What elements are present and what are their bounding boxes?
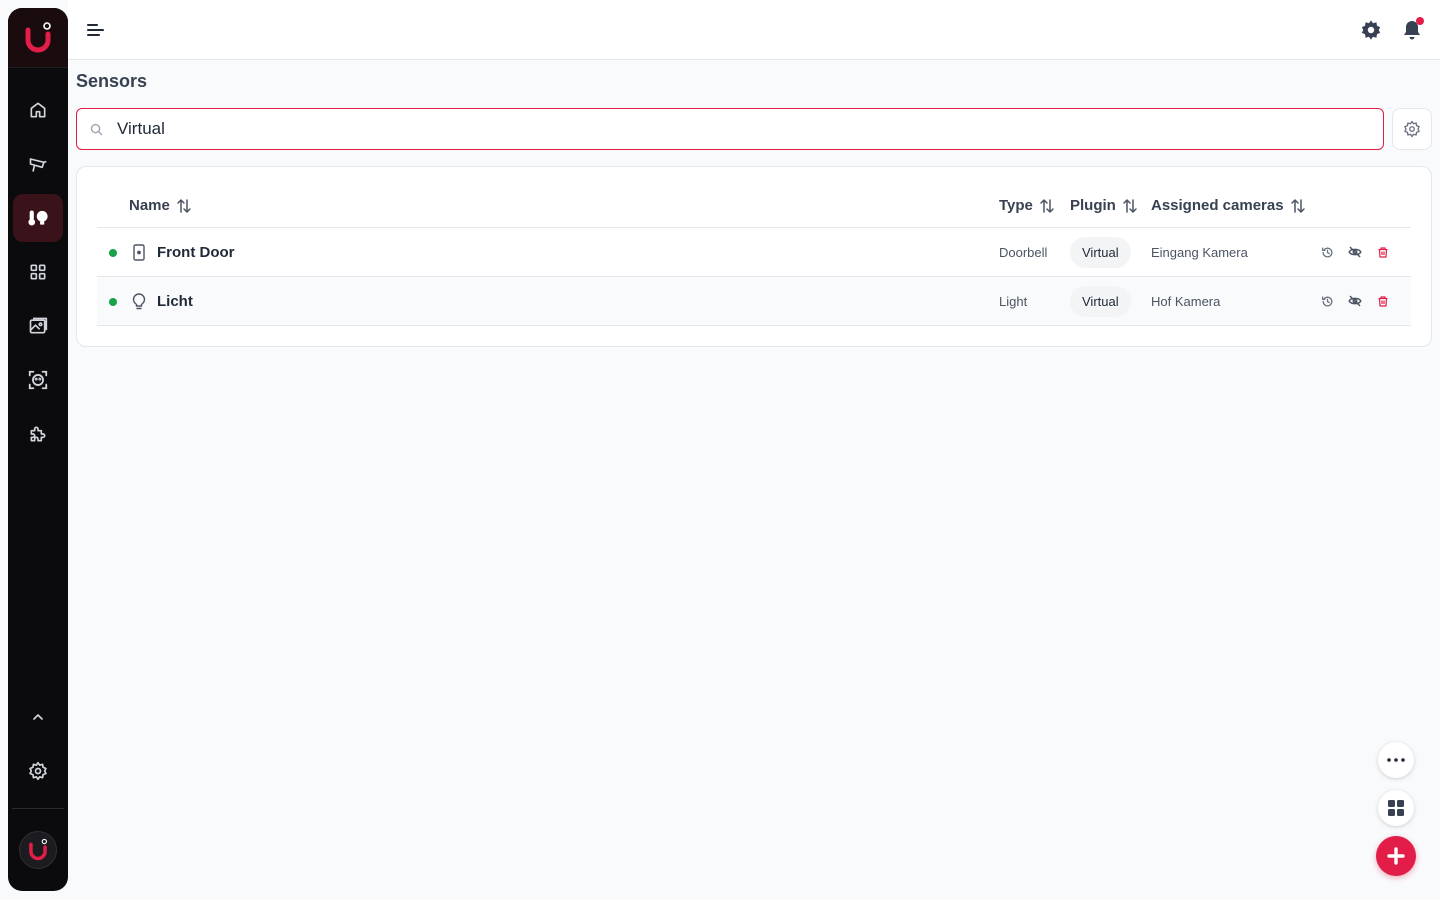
doorbell-icon bbox=[131, 243, 147, 261]
trash-icon[interactable] bbox=[1375, 244, 1391, 260]
sensor-type: Light bbox=[999, 294, 1028, 309]
menu-button[interactable] bbox=[84, 18, 108, 42]
search-input[interactable] bbox=[117, 119, 1317, 139]
sidebar-item-home[interactable] bbox=[13, 86, 63, 134]
sensor-type: Doorbell bbox=[999, 245, 1048, 260]
sidebar-item-face-recognition[interactable] bbox=[13, 356, 63, 404]
sidebar-item-sensors[interactable] bbox=[13, 194, 63, 242]
gear-icon bbox=[1404, 120, 1420, 138]
gear-icon bbox=[29, 761, 47, 781]
sidebar-item-dashboard[interactable] bbox=[13, 248, 63, 296]
gear-icon bbox=[1361, 20, 1381, 40]
more-icon bbox=[1387, 758, 1405, 762]
camera-ui-logo-icon bbox=[25, 21, 51, 52]
eye-off-icon[interactable] bbox=[1347, 293, 1363, 309]
camera-icon bbox=[29, 158, 47, 172]
plus-icon bbox=[1387, 847, 1405, 865]
sidebar-item-gallery[interactable] bbox=[13, 302, 63, 350]
settings-button[interactable] bbox=[1358, 17, 1384, 43]
grid-icon bbox=[1388, 800, 1404, 816]
lightbulb-icon bbox=[131, 292, 147, 310]
table-row[interactable]: Front Door Doorbell Virtual Eingang Kame… bbox=[97, 228, 1411, 277]
menu-icon bbox=[87, 24, 104, 36]
search-icon bbox=[89, 121, 105, 137]
grid-icon bbox=[30, 264, 46, 280]
assigned-cameras: Hof Kamera bbox=[1151, 294, 1221, 309]
search-bar bbox=[76, 108, 1384, 150]
plugin-chip[interactable]: Virtual bbox=[1070, 286, 1131, 317]
sidebar-collapse-button[interactable] bbox=[13, 693, 63, 741]
column-label: Type bbox=[999, 197, 1033, 214]
sort-icon bbox=[1290, 198, 1306, 214]
column-label: Plugin bbox=[1070, 197, 1116, 214]
column-label: Name bbox=[129, 197, 170, 214]
more-actions-button[interactable] bbox=[1378, 742, 1414, 778]
grid-view-button[interactable] bbox=[1378, 790, 1414, 826]
page-title: Sensors bbox=[76, 71, 148, 91]
column-label: Assigned cameras bbox=[1151, 197, 1284, 214]
column-header-plugin[interactable]: Plugin bbox=[1070, 197, 1138, 214]
trash-icon[interactable] bbox=[1375, 293, 1391, 309]
sort-icon bbox=[176, 198, 192, 214]
home-icon bbox=[30, 102, 46, 118]
avatar[interactable] bbox=[19, 831, 57, 869]
column-header-cameras[interactable]: Assigned cameras bbox=[1151, 197, 1306, 214]
app-logo[interactable] bbox=[8, 8, 68, 68]
column-header-type[interactable]: Type bbox=[999, 197, 1055, 214]
add-sensor-button[interactable] bbox=[1376, 836, 1416, 876]
sidebar-item-cameras[interactable] bbox=[13, 140, 63, 188]
sensors-table-card: Name Type Plugin Assigned cameras Front … bbox=[76, 166, 1432, 347]
plugin-chip[interactable]: Virtual bbox=[1070, 237, 1131, 268]
sensor-name[interactable]: Front Door bbox=[157, 244, 234, 261]
sidebar-item-plugins[interactable] bbox=[13, 410, 63, 458]
search-settings-button[interactable] bbox=[1392, 108, 1432, 150]
sidebar bbox=[8, 8, 68, 891]
puzzle-icon bbox=[30, 426, 46, 442]
status-online-indicator bbox=[109, 249, 117, 257]
table-header: Name Type Plugin Assigned cameras bbox=[97, 187, 1411, 228]
table-row[interactable]: Licht Light Virtual Hof Kamera bbox=[97, 277, 1411, 326]
topbar bbox=[68, 0, 1440, 60]
column-header-name[interactable]: Name bbox=[129, 197, 192, 214]
sidebar-item-settings[interactable] bbox=[13, 747, 63, 795]
sort-icon bbox=[1039, 198, 1055, 214]
face-recognition-icon bbox=[28, 370, 48, 390]
assigned-cameras: Eingang Kamera bbox=[1151, 245, 1248, 260]
notifications-button[interactable] bbox=[1399, 17, 1425, 43]
sidebar-divider bbox=[12, 808, 64, 809]
history-icon[interactable] bbox=[1319, 293, 1335, 309]
notification-badge bbox=[1416, 17, 1424, 25]
gallery-icon bbox=[29, 317, 48, 334]
status-online-indicator bbox=[109, 298, 117, 306]
eye-off-icon[interactable] bbox=[1347, 244, 1363, 260]
sensors-icon bbox=[28, 210, 48, 226]
history-icon[interactable] bbox=[1319, 244, 1335, 260]
sensor-name[interactable]: Licht bbox=[157, 293, 193, 310]
chevron-up-icon bbox=[33, 714, 43, 720]
avatar-logo-icon bbox=[29, 838, 48, 861]
sort-icon bbox=[1122, 198, 1138, 214]
